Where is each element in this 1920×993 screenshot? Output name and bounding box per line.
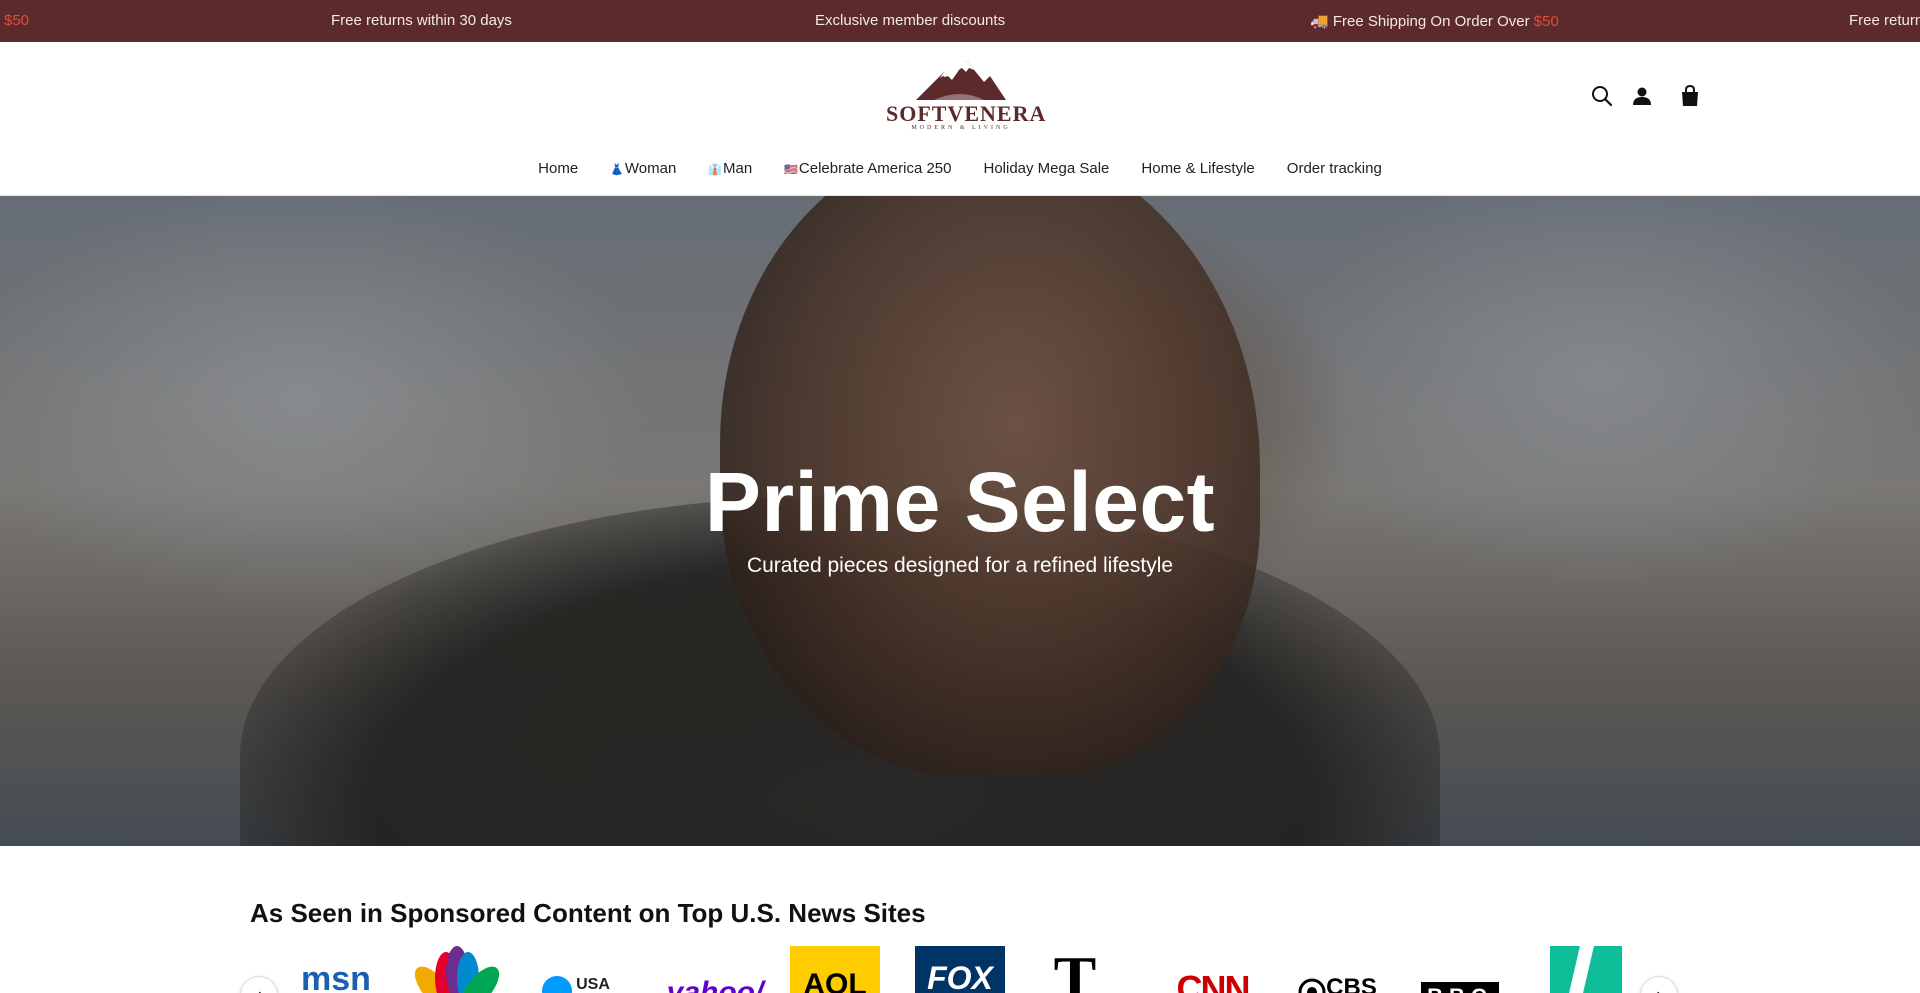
nav-item-label: Order tracking <box>1286 160 1382 177</box>
nyt-logo: T <box>1040 946 1110 993</box>
aol-logo-text: AOL <box>803 968 867 993</box>
aol-logo: AOL <box>790 946 880 993</box>
huffpost-logo <box>1550 946 1622 993</box>
nav-item-order-tracking[interactable]: Order tracking <box>1287 160 1382 186</box>
hero-banner[interactable]: Prime Select Curated pieces designed for… <box>0 196 1920 846</box>
nav-item-woman[interactable]: 👗Woman <box>610 160 676 186</box>
yahoo-logo: yahoo/ <box>660 946 770 993</box>
announcement-item: Exclusive member discounts <box>815 12 1006 29</box>
nyt-logo-text: T <box>1053 946 1097 993</box>
msn-logo-text: msn <box>301 960 371 993</box>
cbs-logo-text: CBS <box>1326 974 1377 993</box>
nav-item-celebrate-america[interactable]: 🇺🇸Celebrate America 250 <box>784 160 951 186</box>
nav-item-label: Holiday Mega Sale <box>983 160 1110 177</box>
nav-item-label: Man <box>723 160 753 177</box>
msn-logo: msn <box>290 946 382 993</box>
site-header: SOFTVENERA MODERN & LIVING Home 👗Woman 👔… <box>0 42 1920 196</box>
nav-item-man[interactable]: 👔Man <box>708 160 752 186</box>
cnn-logo-text: CNN <box>1176 968 1251 993</box>
mountain-logo-icon <box>916 60 1006 100</box>
huffpost-slash-icon <box>1569 946 1594 993</box>
fox-logo: FOX <box>915 946 1005 993</box>
usa-today-logo-text: USA <box>576 976 610 993</box>
yahoo-logo-text: yahoo/ <box>666 976 764 993</box>
nav-item-holiday-sale[interactable]: Holiday Mega Sale <box>983 160 1109 186</box>
fox-logo-text: FOX <box>927 960 993 993</box>
nav-item-label: Home <box>538 160 579 177</box>
logo-wordmark: SOFTVENERA <box>886 101 1047 126</box>
announcement-bar: $50 Free returns within 30 days Exclusiv… <box>0 0 1920 42</box>
account-button[interactable] <box>1628 82 1656 110</box>
logo-tagline: MODERN & LIVING <box>911 125 1011 131</box>
cbs-logo: CBS <box>1290 946 1385 993</box>
nbc-logo <box>412 946 502 993</box>
site-logo[interactable]: SOFTVENERA MODERN & LIVING <box>886 58 1047 132</box>
announcement-item: 🚚 Free Shipping On Order Over $50 <box>1310 12 1559 30</box>
main-nav: Home 👗Woman 👔Man 🇺🇸Celebrate America 250… <box>0 160 1920 186</box>
bbc-logo-text: BBC <box>1421 982 1499 993</box>
press-section-title: As Seen in Sponsored Content on Top U.S.… <box>250 898 926 928</box>
announcement-item: $50 <box>4 12 30 29</box>
dress-icon: 👗 <box>610 164 624 176</box>
nav-item-label: Home & Lifestyle <box>1141 160 1255 177</box>
shirt-icon: 👔 <box>708 164 722 176</box>
cbs-eye-icon <box>1298 978 1326 993</box>
nav-item-label: Woman <box>624 160 677 177</box>
hero-subtitle: Curated pieces designed for a refined li… <box>746 554 1174 577</box>
cnn-logo: CNN <box>1165 946 1260 993</box>
cart-button[interactable] <box>1676 82 1704 110</box>
announcement-item: Free returns within 30 days <box>331 12 512 29</box>
press-logo-carousel: msn USA yahoo/ AOL FOX T CNN CBS <box>240 946 1680 993</box>
bbc-logo: BBC <box>1415 946 1505 993</box>
account-icon <box>1633 87 1651 105</box>
search-button[interactable] <box>1588 82 1616 110</box>
nav-item-home-lifestyle[interactable]: Home & Lifestyle <box>1141 160 1254 186</box>
nbc-peacock-icon <box>414 946 500 993</box>
announcement-item: Free return <box>1849 12 1920 29</box>
announcement-text: 🚚 Free Shipping On Order Over <box>1310 13 1534 30</box>
announcement-highlight: $50 <box>1533 13 1559 30</box>
nav-item-label: Celebrate America 250 <box>798 160 952 177</box>
nav-item-home[interactable]: Home <box>538 160 578 186</box>
search-icon <box>1592 86 1613 107</box>
cart-icon <box>1682 85 1698 106</box>
usa-today-logo: USA <box>536 946 616 993</box>
flag-icon: 🇺🇸 <box>784 164 798 176</box>
hero-title: Prime Select <box>704 455 1216 549</box>
